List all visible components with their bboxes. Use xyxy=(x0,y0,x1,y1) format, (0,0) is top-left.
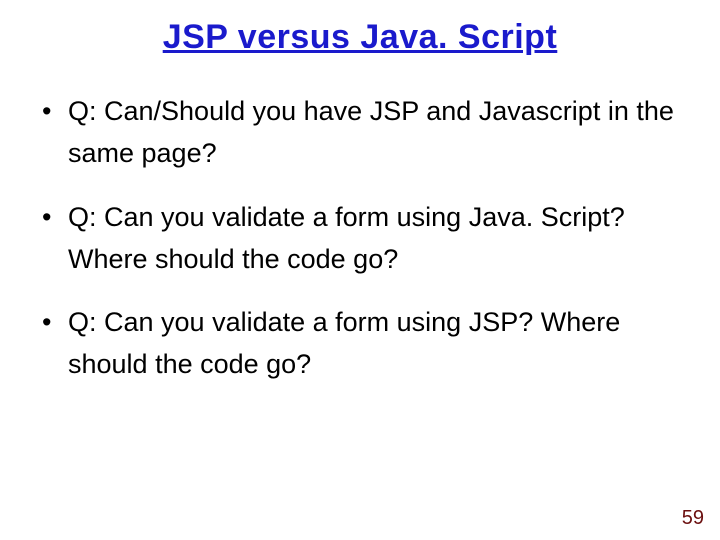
page-number: 59 xyxy=(682,507,704,530)
list-item: Q: Can/Should you have JSP and Javascrip… xyxy=(38,91,690,175)
slide: JSP versus Java. Script Q: Can/Should yo… xyxy=(0,0,720,540)
slide-title: JSP versus Java. Script xyxy=(30,18,690,57)
bullet-list: Q: Can/Should you have JSP and Javascrip… xyxy=(30,91,690,386)
list-item: Q: Can you validate a form using JSP? Wh… xyxy=(38,302,690,386)
list-item: Q: Can you validate a form using Java. S… xyxy=(38,197,690,281)
